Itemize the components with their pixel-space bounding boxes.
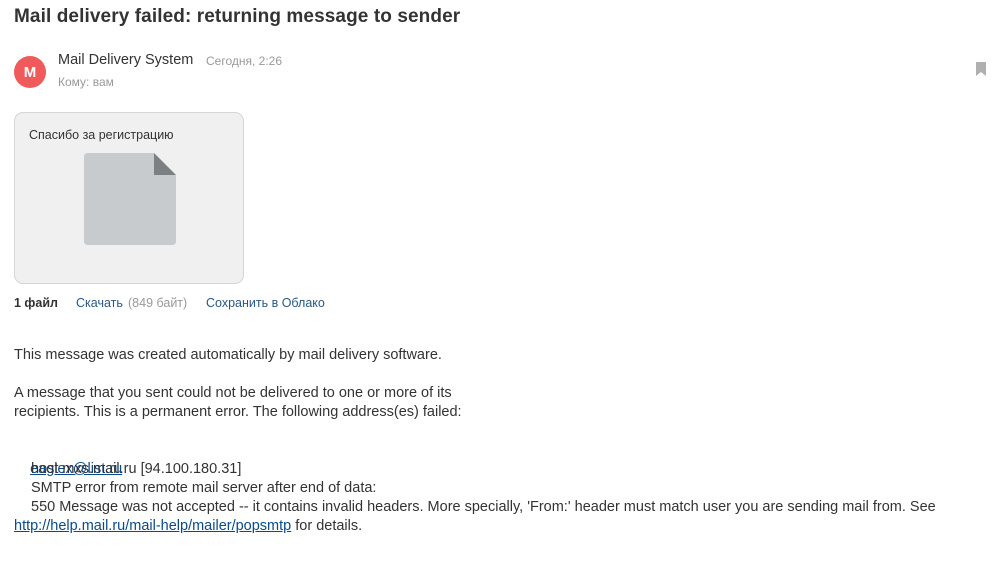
attachment-name: Спасибо за регистрацию bbox=[29, 128, 174, 142]
attachment-card[interactable]: Спасибо за регистрацию bbox=[14, 112, 244, 284]
bookmark-icon[interactable] bbox=[976, 62, 986, 76]
message-subject: Mail delivery failed: returning message … bbox=[14, 6, 461, 27]
attachment-size: (849 байт) bbox=[128, 296, 188, 310]
save-to-cloud-link[interactable]: Сохранить в Облако bbox=[206, 296, 325, 310]
sender-avatar: M bbox=[14, 56, 46, 88]
body-line-error: 550 Message was not accepted -- it conta… bbox=[31, 499, 936, 515]
body-line-host: host mxs.mail.ru [94.100.180.31] bbox=[31, 461, 242, 477]
body-line-notice-1: A message that you sent could not be del… bbox=[14, 385, 452, 401]
help-link[interactable]: http://help.mail.ru/mail-help/mailer/pop… bbox=[14, 518, 291, 534]
sender-name[interactable]: Mail Delivery System bbox=[58, 52, 193, 68]
body-line-notice-2: recipients. This is a permanent error. T… bbox=[14, 404, 462, 420]
message-time: Сегодня, 2:26 bbox=[206, 54, 283, 68]
attachment-count: 1 файл bbox=[14, 296, 58, 310]
body-line-intro: This message was created automatically b… bbox=[14, 347, 442, 363]
body-line-smtp: SMTP error from remote mail server after… bbox=[31, 480, 377, 496]
download-link[interactable]: Скачать bbox=[76, 296, 123, 310]
details-suffix: for details. bbox=[291, 518, 363, 534]
help-link-line: http://help.mail.ru/mail-help/mailer/pop… bbox=[14, 517, 362, 536]
recipient-line: Кому: вам bbox=[58, 75, 114, 89]
file-icon bbox=[84, 153, 176, 245]
